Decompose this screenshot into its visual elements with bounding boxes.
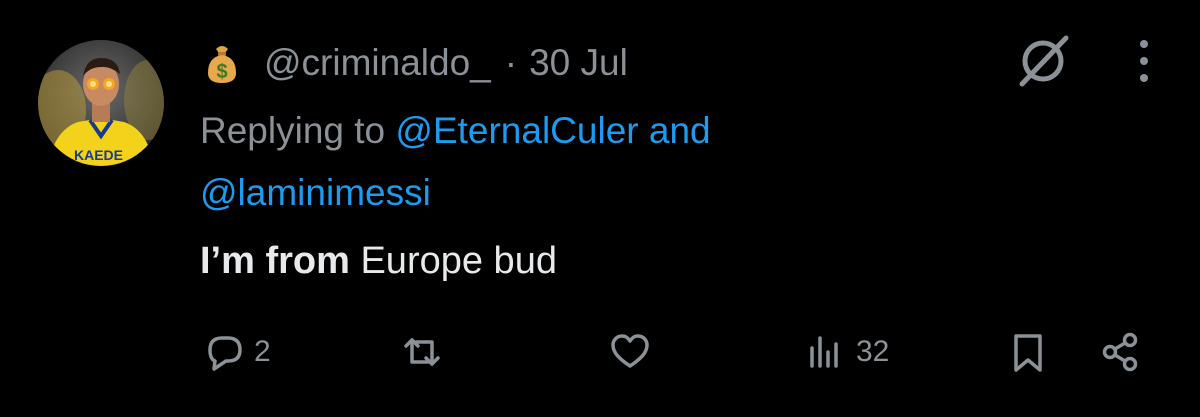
mention-link[interactable]: @laminimessi [200,172,431,213]
tweet[interactable]: KAEDE $ @criminaldo_ · 30 Jul Replying t… [0,0,1200,417]
replying-prefix: Replying to [200,110,386,151]
replying-to: Replying to @EternalCuler and @laminimes… [200,100,960,224]
bookmark-button[interactable] [1004,328,1052,376]
header-separator: · [504,42,518,83]
reply-count: 2 [254,335,271,368]
retweet-button[interactable] [398,328,452,376]
bookmark-icon [1014,334,1042,372]
grok-icon[interactable] [1014,32,1072,90]
like-button[interactable] [606,328,660,376]
money-bag-icon[interactable]: $ [200,41,244,85]
avatar[interactable]: KAEDE [38,40,164,166]
action-bar: 2 32 [200,328,1152,378]
views-count: 32 [856,335,890,368]
svg-text:$: $ [216,61,227,83]
tweet-header: $ @criminaldo_ · 30 Jul [200,38,628,88]
tweet-text: I’m from Europe bud [200,240,557,283]
top-icons [1014,32,1152,90]
views-icon [810,336,838,368]
reply-button[interactable]: 2 [200,328,271,376]
and-word: and [648,110,711,151]
avatar-image: KAEDE [38,40,164,166]
tweet-text-rest: Europe bud [349,240,557,282]
more-options-icon[interactable] [1136,34,1152,88]
views-button[interactable]: 32 [802,328,889,376]
share-icon [1102,332,1138,372]
share-button[interactable] [1096,328,1144,376]
retweet-icon [404,338,440,366]
tweet-date[interactable]: 30 Jul [529,42,628,84]
reply-icon [208,336,242,371]
tweet-text-bold: I’m from [200,240,350,282]
svg-text:KAEDE: KAEDE [74,147,123,163]
mention-link[interactable]: @EternalCuler [395,110,638,151]
author-handle[interactable]: @criminaldo_ [264,42,491,84]
heart-icon [611,334,649,368]
